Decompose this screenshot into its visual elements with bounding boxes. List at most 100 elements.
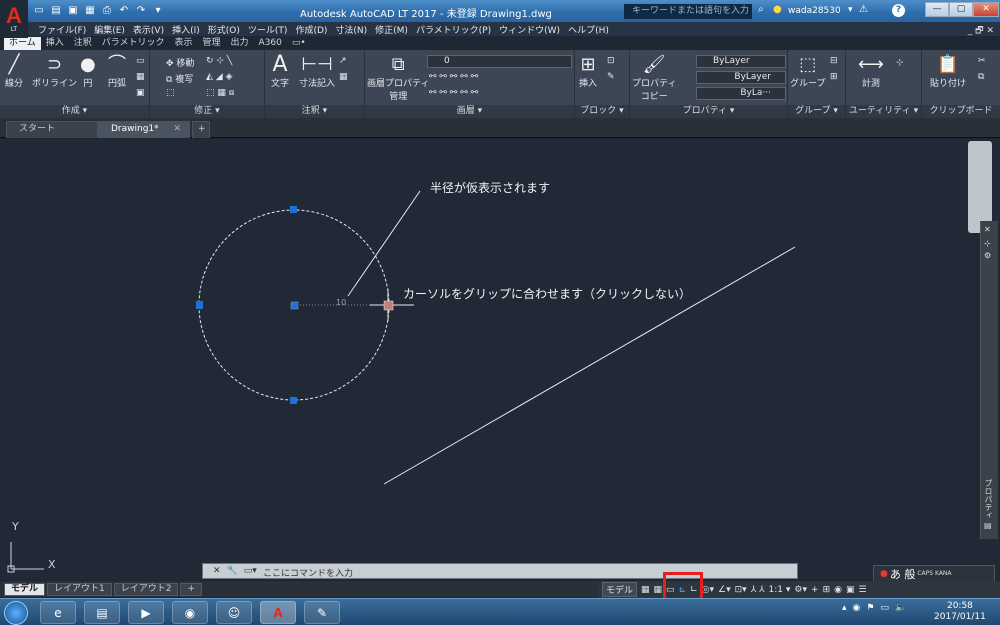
user-icon[interactable]: ●	[773, 4, 782, 15]
copy-clip-icon[interactable]: ⧉	[978, 72, 984, 82]
taskbar-ie-icon[interactable]: e	[40, 601, 76, 624]
measure-tool[interactable]: ⟷ 計測	[858, 54, 884, 89]
redo-icon[interactable]: ↷	[134, 3, 148, 17]
menu-modify[interactable]: 修正(M)	[375, 23, 416, 36]
panel-properties-title[interactable]: プロパティ ▾	[630, 105, 787, 118]
add-layout-button[interactable]: +	[180, 582, 203, 596]
line-entity[interactable]	[383, 246, 796, 485]
new-tab-button[interactable]: +	[192, 121, 210, 138]
cut-icon[interactable]: ✂	[978, 56, 986, 66]
panel-clipboard-title[interactable]: クリップボード	[922, 105, 1000, 118]
panel-layers-title[interactable]: 画層 ▾	[365, 105, 574, 118]
ime-mode[interactable]: あ 般	[890, 566, 916, 582]
tab-layout2[interactable]: レイアウト2	[113, 582, 179, 596]
maximize-button[interactable]: ▢	[949, 2, 973, 17]
undo-icon[interactable]: ↶	[117, 3, 131, 17]
tab-home[interactable]: ホーム	[4, 36, 41, 50]
isolate-icon[interactable]: ◉	[834, 585, 842, 595]
cmdline-settings-icon[interactable]: 🔧	[227, 566, 238, 576]
taskbar-explorer-icon[interactable]: ▤	[84, 601, 120, 624]
start-button[interactable]	[4, 601, 28, 625]
layer-tools-row1[interactable]: ⚯ ⚯ ⚯ ⚯ ⚯	[429, 72, 478, 82]
user-name[interactable]: wada28530	[788, 6, 841, 16]
tab-manage[interactable]: 管理	[198, 37, 226, 50]
plus-icon[interactable]: +	[811, 585, 819, 595]
command-line[interactable]: ✕ 🔧 ▭▾ ここにコマンドを入力	[202, 563, 798, 579]
tab-view[interactable]: 表示	[170, 37, 198, 50]
taskbar-clock[interactable]: 20:58 2017/01/11	[934, 601, 986, 623]
drawing-svg[interactable]	[0, 139, 1000, 580]
panel-annotation-title[interactable]: 注釈 ▾	[265, 105, 364, 118]
layer-tools-row2[interactable]: ⚯ ⚯ ⚯ ⚯ ⚯	[429, 88, 478, 98]
panel-utilities-title[interactable]: ユーティリティ ▾	[846, 105, 921, 118]
multileader-icon[interactable]: ↗	[339, 56, 347, 66]
menu-view[interactable]: 表示(V)	[133, 23, 172, 36]
grid-icon[interactable]: ▦	[641, 585, 650, 595]
open-icon[interactable]: ▤	[49, 3, 63, 17]
panel-draw-title[interactable]: 作成 ▾	[0, 105, 149, 118]
lineweight-dropdown[interactable]: ByLa···	[696, 87, 786, 100]
grip-bottom[interactable]	[290, 397, 297, 404]
current-layer-dropdown[interactable]: 0	[427, 55, 572, 68]
paste-tool[interactable]: 📋 貼り付け	[930, 54, 966, 89]
table-icon[interactable]: ▦	[339, 72, 348, 82]
application-menu-button[interactable]: A LT	[0, 0, 28, 38]
taskbar-media-icon[interactable]: ▶	[128, 601, 164, 624]
menu-parametric[interactable]: パラメトリック(P)	[416, 23, 499, 36]
new-icon[interactable]: ▭	[32, 3, 46, 17]
saveas-icon[interactable]: ▦	[83, 3, 97, 17]
print-icon[interactable]: ⎙	[100, 3, 114, 17]
copy-tool[interactable]: ⧉ 複写	[166, 72, 193, 85]
taskbar-autocad-icon[interactable]: A	[260, 601, 296, 624]
menu-dimension[interactable]: 寸法(N)	[335, 23, 375, 36]
tab-drawing1[interactable]: Drawing1* ✕	[98, 121, 190, 138]
grip-center[interactable]	[290, 301, 299, 310]
tab-layout1[interactable]: レイアウト1	[47, 582, 112, 596]
stretch-icon[interactable]: ⬚	[166, 88, 175, 98]
save-icon[interactable]: ▣	[66, 3, 80, 17]
color-dropdown[interactable]: ByLayer	[696, 55, 786, 68]
exchange-icon[interactable]: ⚠	[859, 4, 868, 15]
cmdline-close-icon[interactable]: ✕	[213, 566, 221, 576]
signin-dropdown-icon[interactable]: ▾	[848, 5, 853, 15]
navigation-bar[interactable]	[968, 141, 992, 233]
palette-menu-icon[interactable]: ▤	[984, 521, 992, 530]
region-icon[interactable]: ▣	[136, 88, 145, 98]
taskbar-messenger-icon[interactable]: ☺	[216, 601, 252, 624]
annotation-icon[interactable]: ⅄ ⅄	[751, 585, 765, 595]
rectangle-icon[interactable]: ▭	[136, 56, 145, 66]
minimize-button[interactable]: —	[925, 2, 949, 17]
create-block-icon[interactable]: ⊡	[607, 56, 615, 66]
tab-drawing1-close-icon[interactable]: ✕	[173, 122, 181, 137]
units-icon[interactable]: ⊞	[823, 585, 831, 595]
tray-volume-icon[interactable]: 🔈	[895, 603, 906, 613]
mirror-icon[interactable]: ◭ ◢ ◈	[206, 72, 233, 82]
cmdline-history-icon[interactable]: ▭▾	[244, 566, 257, 576]
tab-a360[interactable]: A360	[254, 37, 287, 50]
arc-tool[interactable]: ⌒ 円弧	[108, 54, 126, 89]
osnap-icon[interactable]: ⊡▾	[735, 585, 747, 595]
polyline-tool[interactable]: ⊃ ポリライン	[32, 54, 77, 89]
layer-properties-tool[interactable]: ⧉ 画層プロパティ 管理	[367, 54, 429, 102]
utilities-more-icon[interactable]: ⊹	[896, 58, 904, 68]
menu-help[interactable]: ヘルプ(H)	[568, 23, 617, 36]
group-edit-icon[interactable]: ⊞	[830, 72, 838, 82]
tab-annotate[interactable]: 注釈	[69, 37, 97, 50]
menu-tools[interactable]: ツール(T)	[248, 23, 296, 36]
polar-icon[interactable]: ◎▾	[702, 585, 714, 595]
palette-settings-icon[interactable]: ⚙	[984, 251, 991, 260]
customize-icon[interactable]: ☰	[858, 585, 866, 595]
tray-network-icon[interactable]: ▭	[880, 603, 889, 613]
tab-parametric[interactable]: パラメトリック	[97, 37, 170, 50]
panel-groups-title[interactable]: グループ ▾	[788, 105, 845, 118]
grip-right-hover[interactable]	[383, 300, 394, 311]
close-button[interactable]: ✕	[973, 2, 999, 17]
annotation-scale[interactable]: 1:1 ▾	[769, 585, 791, 595]
tab-model[interactable]: モデル	[4, 582, 46, 596]
ime-toolbar[interactable]: ● あ 般 CAPS KANA	[873, 565, 995, 582]
taskbar-chrome-icon[interactable]: ◉	[172, 601, 208, 624]
ungroup-icon[interactable]: ⊟	[830, 56, 838, 66]
dimension-tool[interactable]: ⊢⊣ 寸法記入	[299, 54, 335, 89]
move-tool[interactable]: ✥ 移動	[166, 56, 194, 69]
help-icon[interactable]: ?	[892, 4, 905, 17]
